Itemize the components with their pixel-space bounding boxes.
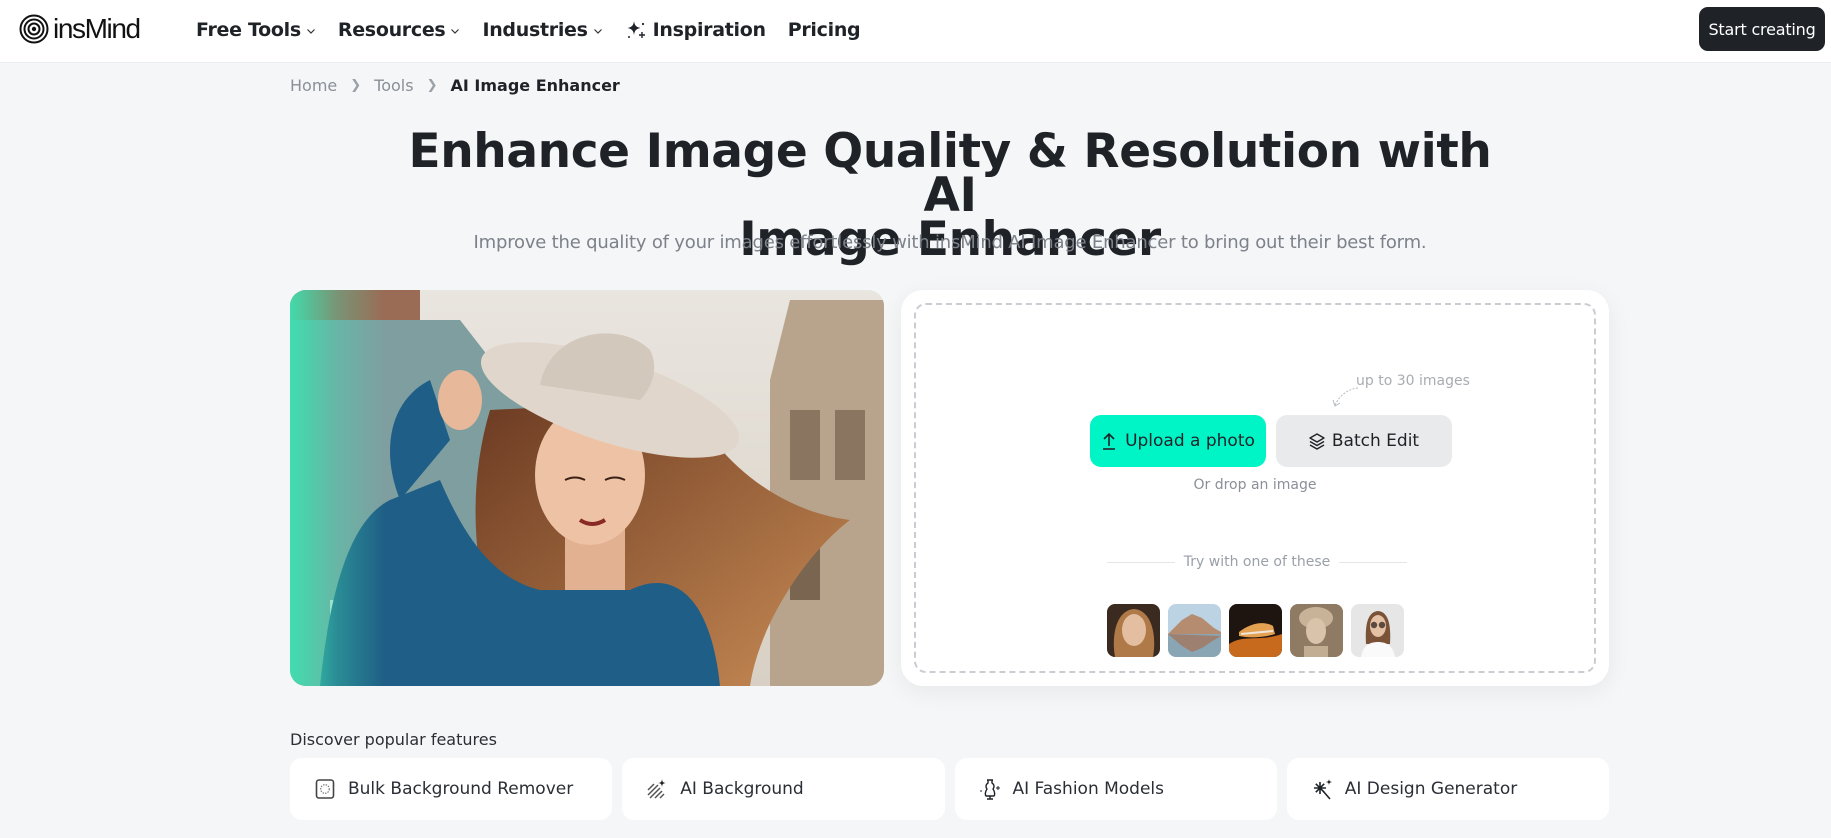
page-subtitle: Improve the quality of your images effor… xyxy=(473,232,1427,253)
sample-thumbnail-sunglasses[interactable] xyxy=(1351,604,1404,657)
woman-in-hat-photo xyxy=(290,290,884,686)
nav-resources[interactable]: Resources xyxy=(338,19,461,41)
sample-images xyxy=(1107,604,1404,657)
chevron-down-icon xyxy=(451,29,460,34)
woman-sunglasses-image xyxy=(1351,604,1404,657)
top-header: insMind Free Tools Resources Industries … xyxy=(0,0,1831,63)
bulk-bg-remover-icon xyxy=(315,779,335,799)
chevron-right-icon: ❯ xyxy=(350,78,362,93)
feature-label: AI Background xyxy=(680,779,804,799)
feature-ai-background[interactable]: AI Background xyxy=(622,758,945,820)
try-samples-label: Try with one of these xyxy=(1183,554,1331,570)
chevron-down-icon xyxy=(306,29,315,34)
nav-industries[interactable]: Industries xyxy=(482,19,602,41)
upload-panel: up to 30 images Upload a photo Batch Edi… xyxy=(901,290,1609,686)
features-heading: Discover popular features xyxy=(290,730,497,749)
feature-label: AI Design Generator xyxy=(1344,779,1518,799)
popular-features: Bulk Background Remover AI Background AI… xyxy=(290,758,1609,820)
ai-background-icon xyxy=(647,779,667,799)
sample-thumbnail-vintage[interactable] xyxy=(1290,604,1343,657)
nav-pricing[interactable]: Pricing xyxy=(788,19,861,41)
curved-arrow-icon xyxy=(1332,387,1359,407)
divider-line xyxy=(1107,561,1175,563)
logo-icon xyxy=(19,14,49,44)
breadcrumb-home[interactable]: Home xyxy=(290,76,337,95)
feature-label: Bulk Background Remover xyxy=(348,779,574,799)
try-samples-divider: Try with one of these xyxy=(1107,552,1407,572)
upload-photo-button[interactable]: Upload a photo xyxy=(1090,415,1266,467)
breadcrumb: Home ❯ Tools ❯ AI Image Enhancer xyxy=(290,76,620,95)
nav-label: Free Tools xyxy=(196,19,301,41)
feature-ai-design-generator[interactable]: AI Design Generator xyxy=(1286,758,1609,820)
sparkle-icon xyxy=(627,21,645,38)
feature-label: AI Fashion Models xyxy=(1012,779,1165,799)
feature-bulk-background-remover[interactable]: Bulk Background Remover xyxy=(290,758,613,820)
logo[interactable]: insMind xyxy=(19,13,141,45)
feature-ai-fashion-models[interactable]: AI Fashion Models xyxy=(954,758,1277,820)
batch-edit-button[interactable]: Batch Edit xyxy=(1276,415,1452,467)
nav-inspiration[interactable]: Inspiration xyxy=(625,19,766,41)
fashion-model-icon xyxy=(980,779,1000,800)
chevron-down-icon xyxy=(593,29,602,34)
upload-icon xyxy=(1103,432,1116,450)
hero-example-image xyxy=(290,290,884,686)
nav-label: Pricing xyxy=(787,19,861,41)
mountain-lake-image xyxy=(1168,604,1221,657)
divider-line xyxy=(1339,561,1407,563)
logo-text: insMind xyxy=(53,13,141,44)
nav-label: Inspiration xyxy=(652,19,766,41)
layers-icon xyxy=(1309,433,1325,450)
batch-limit-note: up to 30 images xyxy=(1356,373,1470,389)
nav-free-tools[interactable]: Free Tools xyxy=(196,19,316,41)
upload-photo-label: Upload a photo xyxy=(1125,431,1255,451)
sample-thumbnail-portrait[interactable] xyxy=(1107,604,1160,657)
batch-edit-label: Batch Edit xyxy=(1331,431,1420,451)
vintage-portrait-image xyxy=(1290,604,1343,657)
nav-label: Resources xyxy=(337,19,446,41)
design-generator-icon xyxy=(1313,779,1332,800)
main-nav: Free Tools Resources Industries Inspirat… xyxy=(196,14,882,46)
sample-thumbnail-mountain[interactable] xyxy=(1168,604,1221,657)
start-creating-button[interactable]: Start creating xyxy=(1699,7,1825,51)
breadcrumb-tools[interactable]: Tools xyxy=(374,76,413,95)
drop-hint: Or drop an image xyxy=(1193,477,1317,493)
sample-thumbnail-sneaker[interactable] xyxy=(1229,604,1282,657)
sneaker-image xyxy=(1229,604,1282,657)
portrait-woman-image xyxy=(1107,604,1160,657)
nav-label: Industries xyxy=(482,19,588,41)
breadcrumb-current: AI Image Enhancer xyxy=(450,76,620,95)
chevron-right-icon: ❯ xyxy=(426,78,438,93)
page-title-line1: Enhance Image Quality & Resolution with … xyxy=(408,124,1492,223)
image-dropzone[interactable]: up to 30 images Upload a photo Batch Edi… xyxy=(914,303,1596,673)
